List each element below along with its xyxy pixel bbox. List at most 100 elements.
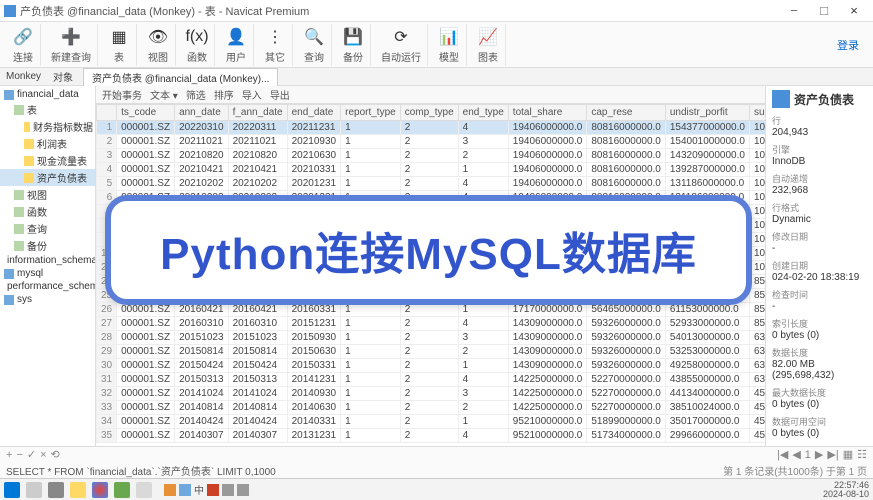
- explorer-icon[interactable]: [70, 482, 86, 498]
- table-row[interactable]: 33000001.SZ20140814201408142014063012214…: [97, 401, 766, 415]
- tree-mysql[interactable]: mysql: [0, 267, 95, 280]
- table-row[interactable]: 4000001.SZ202104212021042120210331121194…: [97, 163, 766, 177]
- tree-performance_schema[interactable]: performance_schema: [0, 280, 95, 293]
- tree-information_schema[interactable]: information_schema: [0, 254, 95, 267]
- tb-筛选[interactable]: 筛选: [186, 87, 206, 102]
- login-link[interactable]: 登录: [837, 37, 867, 53]
- tb-开始事务[interactable]: 开始事务: [102, 87, 142, 102]
- tray-icon-2[interactable]: [179, 484, 191, 496]
- tree-资产负债表[interactable]: 资产负债表: [0, 169, 95, 186]
- breadcrumb-obj[interactable]: 对象: [47, 69, 79, 84]
- ime-indicator[interactable]: 中: [194, 482, 204, 497]
- ribbon-其它[interactable]: ⋮其它: [258, 24, 293, 66]
- taskbar-clock[interactable]: 22:57:46 2024-08-10: [823, 481, 869, 499]
- tree-sys[interactable]: sys: [0, 293, 95, 306]
- col-undistr_porfit[interactable]: undistr_porfit: [665, 105, 749, 121]
- tree-查询[interactable]: 查询: [0, 220, 95, 237]
- chrome-icon[interactable]: [92, 482, 108, 498]
- ribbon-label: 函数: [187, 49, 207, 64]
- search-icon[interactable]: [26, 482, 42, 498]
- ribbon-备份[interactable]: 💾备份: [336, 24, 371, 66]
- maximize-button[interactable]: □: [809, 3, 839, 18]
- tray-icon-1[interactable]: [164, 484, 176, 496]
- tray-volume-icon[interactable]: [237, 484, 249, 496]
- col-ts_code[interactable]: ts_code: [117, 105, 175, 121]
- cell: 20210421: [228, 163, 287, 177]
- table-row[interactable]: 28000001.SZ20151023201510232015093012314…: [97, 331, 766, 345]
- col-end_date[interactable]: end_date: [287, 105, 341, 121]
- ribbon-查询[interactable]: 🔍查询: [297, 24, 332, 66]
- tree-financial_data[interactable]: financial_data: [0, 88, 95, 101]
- cell: 000001.SZ: [117, 121, 175, 135]
- tb-导入[interactable]: 导入: [242, 87, 262, 102]
- ribbon-模型[interactable]: 📊模型: [432, 24, 467, 66]
- table-row[interactable]: 27000001.SZ20160310201603102015123112414…: [97, 317, 766, 331]
- col-ann_date[interactable]: ann_date: [175, 105, 229, 121]
- nav-last[interactable]: ▶|: [827, 448, 838, 461]
- tree-利润表[interactable]: 利润表: [0, 135, 95, 152]
- nav-del[interactable]: −: [16, 449, 22, 461]
- col-surplus_rese[interactable]: surplus_rese: [749, 105, 765, 121]
- nav-refresh[interactable]: ⟲: [51, 448, 60, 461]
- tree-备份[interactable]: 备份: [0, 237, 95, 254]
- ribbon-连接[interactable]: 🔗连接: [6, 24, 41, 66]
- clock-date: 2024-08-10: [823, 490, 869, 499]
- prop-label: 引擎: [772, 143, 867, 156]
- tree-函数[interactable]: 函数: [0, 203, 95, 220]
- tree-现金流量表[interactable]: 现金流量表: [0, 152, 95, 169]
- ribbon-图表[interactable]: 📈图表: [471, 24, 506, 66]
- tree-财务指标数据[interactable]: 财务指标数据: [0, 118, 95, 135]
- minimize-button[interactable]: −: [779, 3, 809, 18]
- col-total_share[interactable]: total_share: [508, 105, 587, 121]
- table-row[interactable]: 30000001.SZ20150424201504242015033112114…: [97, 359, 766, 373]
- nav-grid-icon[interactable]: ▦: [843, 448, 853, 461]
- ribbon-自动运行[interactable]: ⟳自动运行: [375, 24, 428, 66]
- table-row[interactable]: 34000001.SZ20140424201404242014033112195…: [97, 415, 766, 429]
- nav-next[interactable]: ▶: [815, 448, 823, 461]
- tb-导出[interactable]: 导出: [270, 87, 290, 102]
- table-row[interactable]: 35000001.SZ20140307201403072013123112495…: [97, 429, 766, 443]
- col-cap_rese[interactable]: cap_rese: [587, 105, 666, 121]
- ribbon-新建查询[interactable]: ➕新建查询: [45, 24, 98, 66]
- col-end_type[interactable]: end_type: [458, 105, 508, 121]
- nav-check[interactable]: ✓: [27, 448, 36, 461]
- prop-value: -: [772, 301, 867, 312]
- nav-first[interactable]: |◀: [777, 448, 788, 461]
- table-row[interactable]: 3000001.SZ202108202021082020210630122194…: [97, 149, 766, 163]
- col-comp_type[interactable]: comp_type: [400, 105, 458, 121]
- close-button[interactable]: ×: [839, 3, 869, 18]
- cell: 20150930: [287, 331, 341, 345]
- nav-add[interactable]: +: [6, 449, 12, 461]
- table-row[interactable]: 1000001.SZ202203102022031120211231124194…: [97, 121, 766, 135]
- app-icon-1[interactable]: [114, 482, 130, 498]
- ribbon-视图[interactable]: 👁视图: [141, 24, 176, 66]
- tray-wifi-icon[interactable]: [222, 484, 234, 496]
- tb-排序[interactable]: 排序: [214, 87, 234, 102]
- col-f_ann_date[interactable]: f_ann_date: [228, 105, 287, 121]
- table-row[interactable]: 2000001.SZ202110212021102120210930123194…: [97, 135, 766, 149]
- ribbon-用户[interactable]: 👤用户: [219, 24, 254, 66]
- start-button[interactable]: [4, 482, 20, 498]
- nav-prev[interactable]: ◀: [792, 448, 800, 461]
- app-icon-2[interactable]: [136, 482, 152, 498]
- active-tab[interactable]: 资产负债表 @financial_data (Monkey)...: [83, 68, 278, 86]
- tray-icon-3[interactable]: [207, 484, 219, 496]
- nav-form-icon[interactable]: ☷: [857, 448, 867, 461]
- tb-文本 ▾[interactable]: 文本 ▾: [150, 87, 178, 102]
- table-row[interactable]: 29000001.SZ20150814201508142015063012214…: [97, 345, 766, 359]
- table-row[interactable]: 5000001.SZ202102022021020220201231124194…: [97, 177, 766, 191]
- table-row[interactable]: 32000001.SZ20141024201410242014093012314…: [97, 387, 766, 401]
- col-[interactable]: [97, 105, 117, 121]
- ribbon-函数[interactable]: f(x)函数: [180, 24, 215, 66]
- col-report_type[interactable]: report_type: [341, 105, 401, 121]
- cell: 20141231: [287, 373, 341, 387]
- taskview-icon[interactable]: [48, 482, 64, 498]
- tree-表[interactable]: 表: [0, 101, 95, 118]
- nav-page[interactable]: 1: [805, 449, 811, 461]
- tree-视图[interactable]: 视图: [0, 186, 95, 203]
- breadcrumb-root[interactable]: Monkey: [0, 71, 47, 82]
- ribbon-表[interactable]: ▦表: [102, 24, 137, 66]
- nav-x[interactable]: ×: [40, 449, 46, 461]
- table-row[interactable]: 31000001.SZ20150313201503132014123112414…: [97, 373, 766, 387]
- cell: 1: [341, 331, 401, 345]
